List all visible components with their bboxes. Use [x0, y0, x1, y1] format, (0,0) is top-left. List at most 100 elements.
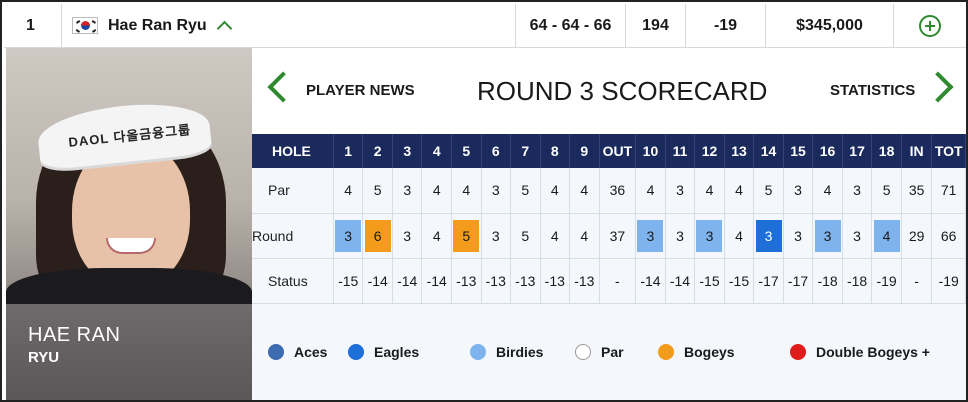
- score-cell: 35: [901, 168, 933, 214]
- score-cell: 3: [812, 213, 843, 259]
- legend-item-aces: Aces: [268, 344, 327, 360]
- player-cell[interactable]: Hae Ran Ryu: [62, 4, 516, 47]
- statistics-link[interactable]: STATISTICS: [830, 82, 915, 99]
- scorecard-nav: PLAYER NEWS ROUND 3 SCORECARD STATISTICS: [252, 48, 966, 134]
- leaderboard-row[interactable]: 1 Hae Ran Ryu 64 - 64 - 66 194 -19 $345,…: [4, 4, 966, 48]
- score-cell: 3: [635, 213, 666, 259]
- score-cell: -15: [724, 258, 755, 304]
- score-cell: 6: [362, 213, 393, 259]
- score-cell: -13: [569, 258, 600, 304]
- score-cell: 3: [842, 213, 873, 259]
- legend-dot-icon: [348, 344, 364, 360]
- score-cell: -18: [842, 258, 873, 304]
- chevron-left-icon[interactable]: [267, 71, 299, 103]
- score-cell: -19: [931, 258, 966, 304]
- to-par: -19: [686, 4, 766, 47]
- score-cell: 71: [931, 168, 966, 214]
- hole-header-cell: 8: [540, 134, 571, 168]
- score-cell: 3: [665, 168, 696, 214]
- score-cell: -15: [694, 258, 725, 304]
- score-cell: 5: [362, 168, 393, 214]
- score-cell: 4: [871, 213, 902, 259]
- score-cell: -15: [333, 258, 364, 304]
- hole-header-cell: 7: [510, 134, 541, 168]
- total-score: 194: [626, 4, 686, 47]
- score-cell: 3: [753, 213, 784, 259]
- legend-dot-icon: [268, 344, 284, 360]
- hole-score-par: 3: [491, 227, 500, 244]
- score-cell: 5: [510, 213, 541, 259]
- score-cell: 4: [333, 168, 364, 214]
- score-cell: 3: [694, 213, 725, 259]
- hole-header-label: HOLE: [252, 134, 334, 168]
- earnings: $345,000: [766, 4, 894, 47]
- player-name[interactable]: Hae Ran Ryu: [108, 17, 207, 35]
- score-cell: 4: [569, 213, 600, 259]
- score-cell: 3: [842, 168, 873, 214]
- hole-score-par: 4: [550, 227, 559, 244]
- scorecard-row-status: Status -15 -14 -14 -14 -13 -13 -13 -13 -13- -14 -14…: [252, 258, 966, 304]
- legend-label: Aces: [294, 344, 328, 360]
- score-cell: 4: [724, 168, 755, 214]
- hole-score-birdie: 3: [335, 219, 362, 252]
- add-favorite-button[interactable]: [894, 4, 966, 47]
- score-cell: -17: [783, 258, 814, 304]
- score-cell: 36: [599, 168, 637, 214]
- score-cell: 4: [451, 168, 482, 214]
- hole-header-cell: 4: [421, 134, 452, 168]
- score-cell: -19: [871, 258, 902, 304]
- score-cell: 4: [421, 213, 452, 259]
- player-last-name: RYU: [28, 349, 60, 366]
- legend-item-eagles: Eagles: [348, 344, 419, 360]
- score-cell: 4: [694, 168, 725, 214]
- scorecard-row-par: Par 4 5 3 4 4 3 5 4 4 36 4 3 4 4 5 3 4 3 5 35 71: [252, 168, 966, 214]
- hole-header-row: HOLE 1 2 3 4 5 6 7 8 9 OUT 10 11 12 13 14 15 16 17 18 IN TOT: [252, 134, 966, 168]
- visor-sponsor-logo: DAOL 다올금융그룹: [67, 122, 192, 150]
- chevron-up-icon[interactable]: [216, 20, 232, 37]
- chevron-right-icon[interactable]: [922, 71, 954, 103]
- score-cell: 29: [901, 213, 933, 259]
- row-label: Par: [252, 168, 334, 214]
- hole-header-cell: 15: [783, 134, 814, 168]
- score-cell: -13: [451, 258, 482, 304]
- legend-dot-icon: [658, 344, 674, 360]
- score-cell: 3: [783, 213, 814, 259]
- scorecard-title: ROUND 3 SCORECARD: [477, 76, 768, 106]
- score-cell: 4: [421, 168, 452, 214]
- plus-circle-icon[interactable]: [919, 14, 941, 37]
- row-label: Round: [252, 213, 334, 259]
- hole-score-birdie: 3: [814, 219, 841, 252]
- player-news-link[interactable]: PLAYER NEWS: [306, 82, 415, 99]
- score-cell: -14: [362, 258, 393, 304]
- hole-header-cell: 14: [753, 134, 784, 168]
- score-cell: 5: [753, 168, 784, 214]
- score-cell: -13: [540, 258, 571, 304]
- hole-header-cell: TOT: [931, 134, 966, 168]
- hole-header-cell: 13: [724, 134, 755, 168]
- hole-header-cell: 1: [333, 134, 364, 168]
- score-cell: 5: [451, 213, 482, 259]
- hole-score-par: 5: [521, 227, 530, 244]
- scorecard-row-round: Round 3 6 3 4 5 3 5 4 4 37 3 3 3 4 3 3 3 3 4 29 66: [252, 213, 966, 259]
- score-cell: 4: [635, 168, 666, 214]
- player-name-card: HAE RAN RYU: [6, 304, 252, 400]
- legend-item-bogeys: Bogeys: [658, 344, 735, 360]
- score-cell: 3: [392, 213, 423, 259]
- score-cell: -18: [812, 258, 843, 304]
- position: 1: [4, 4, 62, 47]
- hole-header-cell: 12: [694, 134, 725, 168]
- legend-item-par: Par: [575, 344, 624, 360]
- round-scores: 64 - 64 - 66: [516, 4, 626, 47]
- hole-score: 66: [940, 227, 957, 244]
- legend-label: Bogeys: [684, 344, 735, 360]
- score-legend: Aces Eagles Birdies Par Bogeys Double Bogeys …: [252, 332, 966, 372]
- hole-header-cell: 5: [451, 134, 482, 168]
- hole-header-cell: 3: [392, 134, 423, 168]
- hole-score-birdie: 3: [637, 219, 664, 252]
- hole-score-par: 3: [794, 227, 802, 244]
- hole-score-par: 3: [676, 227, 684, 244]
- score-cell: 4: [569, 168, 600, 214]
- score-cell: 3: [665, 213, 696, 259]
- score-cell: 3: [392, 168, 423, 214]
- score-cell: 4: [724, 213, 755, 259]
